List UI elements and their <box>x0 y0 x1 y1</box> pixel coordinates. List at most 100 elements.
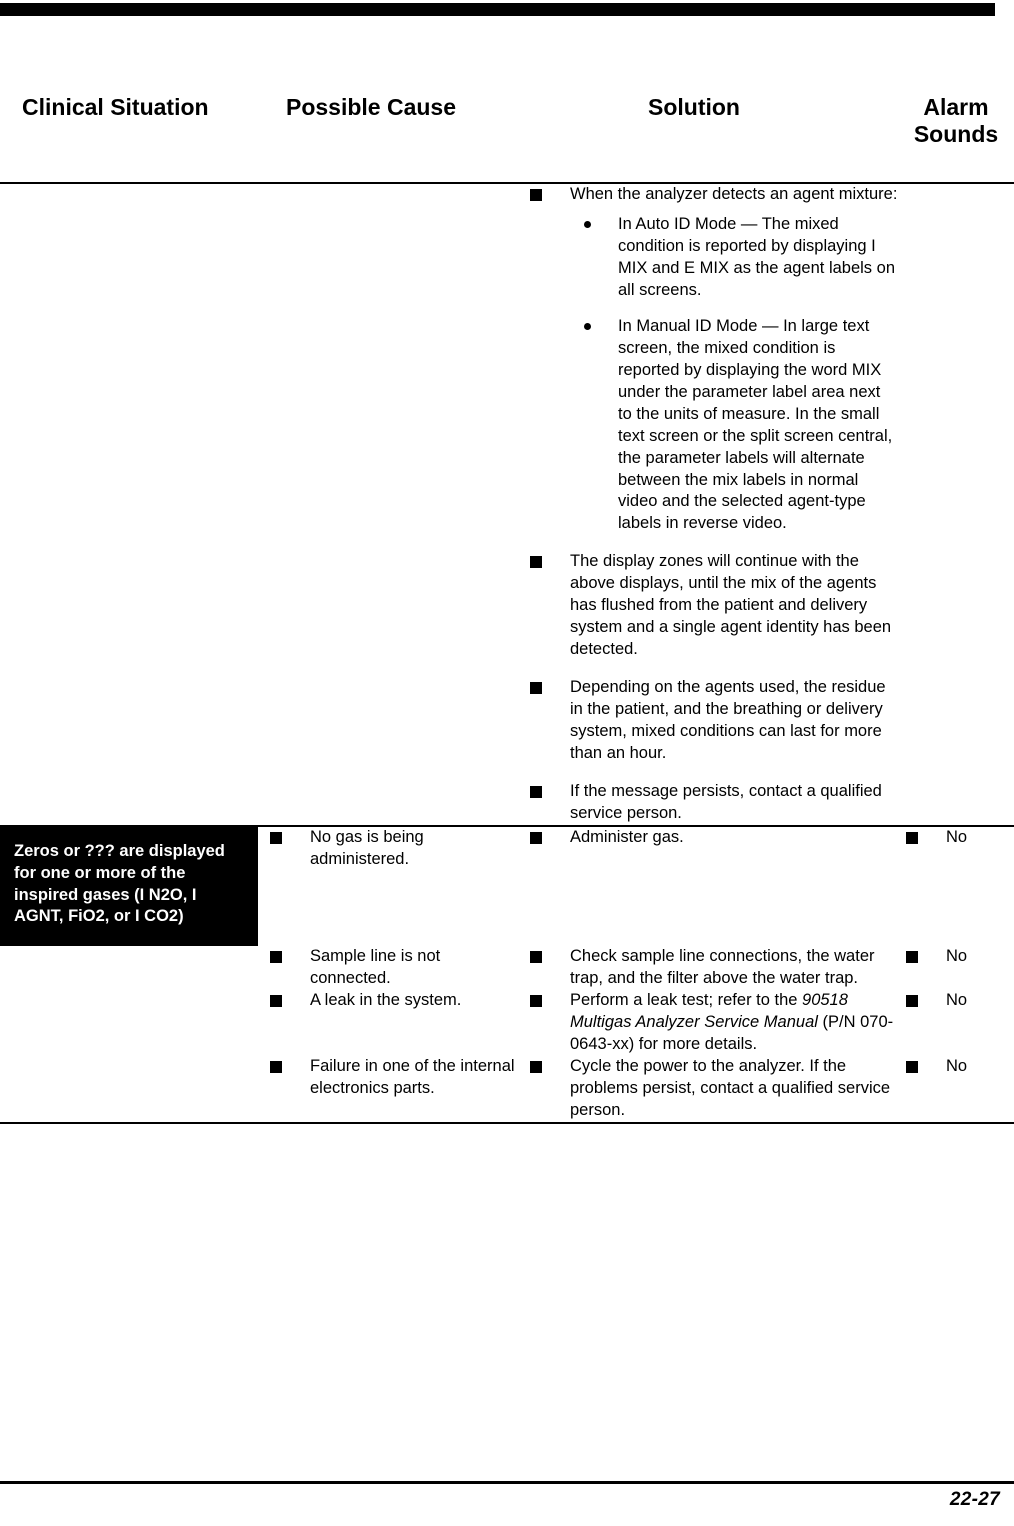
list-item: Sample line is not connected. <box>258 946 516 990</box>
list-item: No <box>898 827 1014 849</box>
document-page: Clinical Situation Possible Cause Soluti… <box>0 0 1014 1526</box>
cell-solution: Administer gas. <box>516 827 898 947</box>
list-item-text: Sample line is not connected. <box>310 947 441 988</box>
alarm-sounds-list: No <box>898 990 1014 1012</box>
square-bullet-icon <box>530 951 542 964</box>
cell-alarm-sounds <box>898 184 1014 825</box>
square-bullet-icon <box>906 951 918 964</box>
list-item-text: Depending on the agents used, the residu… <box>570 678 886 762</box>
list-item: Cycle the power to the analyzer. If the … <box>516 1056 898 1122</box>
list-item: Depending on the agents used, the residu… <box>516 677 898 765</box>
cell-alarm-sounds: No <box>898 990 1014 1056</box>
cell-possible-cause <box>258 184 516 825</box>
list-item-text: No <box>946 947 968 966</box>
cell-possible-cause: Sample line is not connected. <box>258 946 516 990</box>
list-item: Perform a leak test; refer to the 90518 … <box>516 990 898 1056</box>
column-header-solution: Solution <box>516 82 898 183</box>
list-item: In Manual ID Mode — In large text screen… <box>570 316 898 535</box>
square-bullet-icon <box>270 831 282 844</box>
cell-clinical-situation: Zeros or ??? are displayed for one or mo… <box>0 826 258 947</box>
list-item-text: Administer gas. <box>570 827 684 846</box>
list-item: When the analyzer detects an agent mixtu… <box>516 184 898 535</box>
possible-cause-list: Sample line is not connected. <box>258 946 516 990</box>
list-item: No <box>898 946 1014 968</box>
list-item: Check sample line connections, the water… <box>516 946 898 990</box>
table-row: A leak in the system. Perform a leak tes… <box>0 990 1014 1056</box>
square-bullet-icon <box>906 831 918 844</box>
cell-clinical-situation <box>0 946 258 990</box>
solution-list: When the analyzer detects an agent mixtu… <box>516 184 898 824</box>
cell-possible-cause: Failure in one of the internal electroni… <box>258 1056 516 1123</box>
solution-sublist: In Auto ID Mode — The mixed condition is… <box>570 214 898 535</box>
list-item-text: If the message persists, contact a quali… <box>570 781 882 822</box>
solution-list: Administer gas. <box>516 827 898 849</box>
square-bullet-icon <box>530 1061 542 1074</box>
cell-clinical-situation <box>0 184 258 825</box>
solution-list: Check sample line connections, the water… <box>516 946 898 990</box>
round-bullet-icon <box>584 322 591 330</box>
square-bullet-icon <box>530 831 542 844</box>
square-bullet-icon <box>530 556 542 569</box>
list-item: Administer gas. <box>516 827 898 849</box>
column-header-solution-label: Solution <box>648 94 740 120</box>
alarm-sounds-list: No <box>898 946 1014 968</box>
table-row: Failure in one of the internal electroni… <box>0 1056 1014 1123</box>
column-header-clinical-situation-label: Clinical Situation <box>22 94 209 120</box>
list-item-text: No gas is being administered. <box>310 827 424 868</box>
list-item-text: No <box>946 991 968 1010</box>
troubleshooting-table: Clinical Situation Possible Cause Soluti… <box>0 82 1014 1125</box>
cell-solution: Perform a leak test; refer to the 90518 … <box>516 990 898 1056</box>
list-item-text: Failure in one of the internal electroni… <box>310 1057 515 1097</box>
table-header-row: Clinical Situation Possible Cause Soluti… <box>0 82 1014 183</box>
column-header-clinical-situation: Clinical Situation <box>0 82 258 183</box>
column-header-possible-cause: Possible Cause <box>258 82 516 183</box>
possible-cause-list: A leak in the system. <box>258 990 516 1012</box>
possible-cause-list: No gas is being administered. <box>258 827 516 871</box>
possible-cause-list: Failure in one of the internal electroni… <box>258 1056 516 1100</box>
table-row: Sample line is not connected. Check samp… <box>0 946 1014 990</box>
square-bullet-icon <box>906 995 918 1008</box>
square-bullet-icon <box>530 785 542 798</box>
cell-possible-cause: A leak in the system. <box>258 990 516 1056</box>
list-item: A leak in the system. <box>258 990 516 1012</box>
list-item: Failure in one of the internal electroni… <box>258 1056 516 1100</box>
cell-alarm-sounds: No <box>898 946 1014 990</box>
cell-clinical-situation <box>0 1056 258 1123</box>
cell-solution: When the analyzer detects an agent mixtu… <box>516 184 898 825</box>
square-bullet-icon <box>270 1061 282 1074</box>
column-header-possible-cause-label: Possible Cause <box>286 94 457 120</box>
solution-text-prefix: Perform a leak test; refer to the <box>570 991 803 1010</box>
list-item: No <box>898 1056 1014 1078</box>
list-item-text: In Auto ID Mode — The mixed condition is… <box>618 215 895 299</box>
square-bullet-icon <box>530 995 542 1008</box>
list-item-text: A leak in the system. <box>310 991 462 1010</box>
alarm-sounds-list: No <box>898 1056 1014 1078</box>
table-body: When the analyzer detects an agent mixtu… <box>0 184 1014 1125</box>
square-bullet-icon <box>530 189 542 202</box>
list-item-text: Check sample line connections, the water… <box>570 947 875 988</box>
list-item-text: Cycle the power to the analyzer. If the … <box>570 1057 891 1119</box>
footer-rule <box>0 1481 1014 1484</box>
cell-solution: Cycle the power to the analyzer. If the … <box>516 1056 898 1123</box>
solution-list: Cycle the power to the analyzer. If the … <box>516 1056 898 1122</box>
list-item-text: The display zones will continue with the… <box>570 552 892 659</box>
list-item-text: When the analyzer detects an agent mixtu… <box>570 185 898 204</box>
square-bullet-icon <box>270 951 282 964</box>
cell-solution: Check sample line connections, the water… <box>516 946 898 990</box>
list-item: If the message persists, contact a quali… <box>516 781 898 825</box>
round-bullet-icon <box>584 221 591 229</box>
list-item: No <box>898 990 1014 1012</box>
solution-list: Perform a leak test; refer to the 90518 … <box>516 990 898 1056</box>
cell-alarm-sounds: No <box>898 827 1014 947</box>
cell-possible-cause: No gas is being administered. <box>258 827 516 947</box>
cell-clinical-situation <box>0 990 258 1056</box>
table-row: When the analyzer detects an agent mixtu… <box>0 184 1014 825</box>
list-item-text: No <box>946 1057 968 1076</box>
cell-alarm-sounds: No <box>898 1056 1014 1123</box>
list-item: In Auto ID Mode — The mixed condition is… <box>570 214 898 302</box>
column-header-alarm-sounds-line2: Sounds <box>913 121 999 148</box>
list-item: No gas is being administered. <box>258 827 516 871</box>
list-item-text: No <box>946 827 968 846</box>
list-item-text: In Manual ID Mode — In large text screen… <box>618 316 893 533</box>
table-bottom-rule <box>0 1121 1014 1125</box>
